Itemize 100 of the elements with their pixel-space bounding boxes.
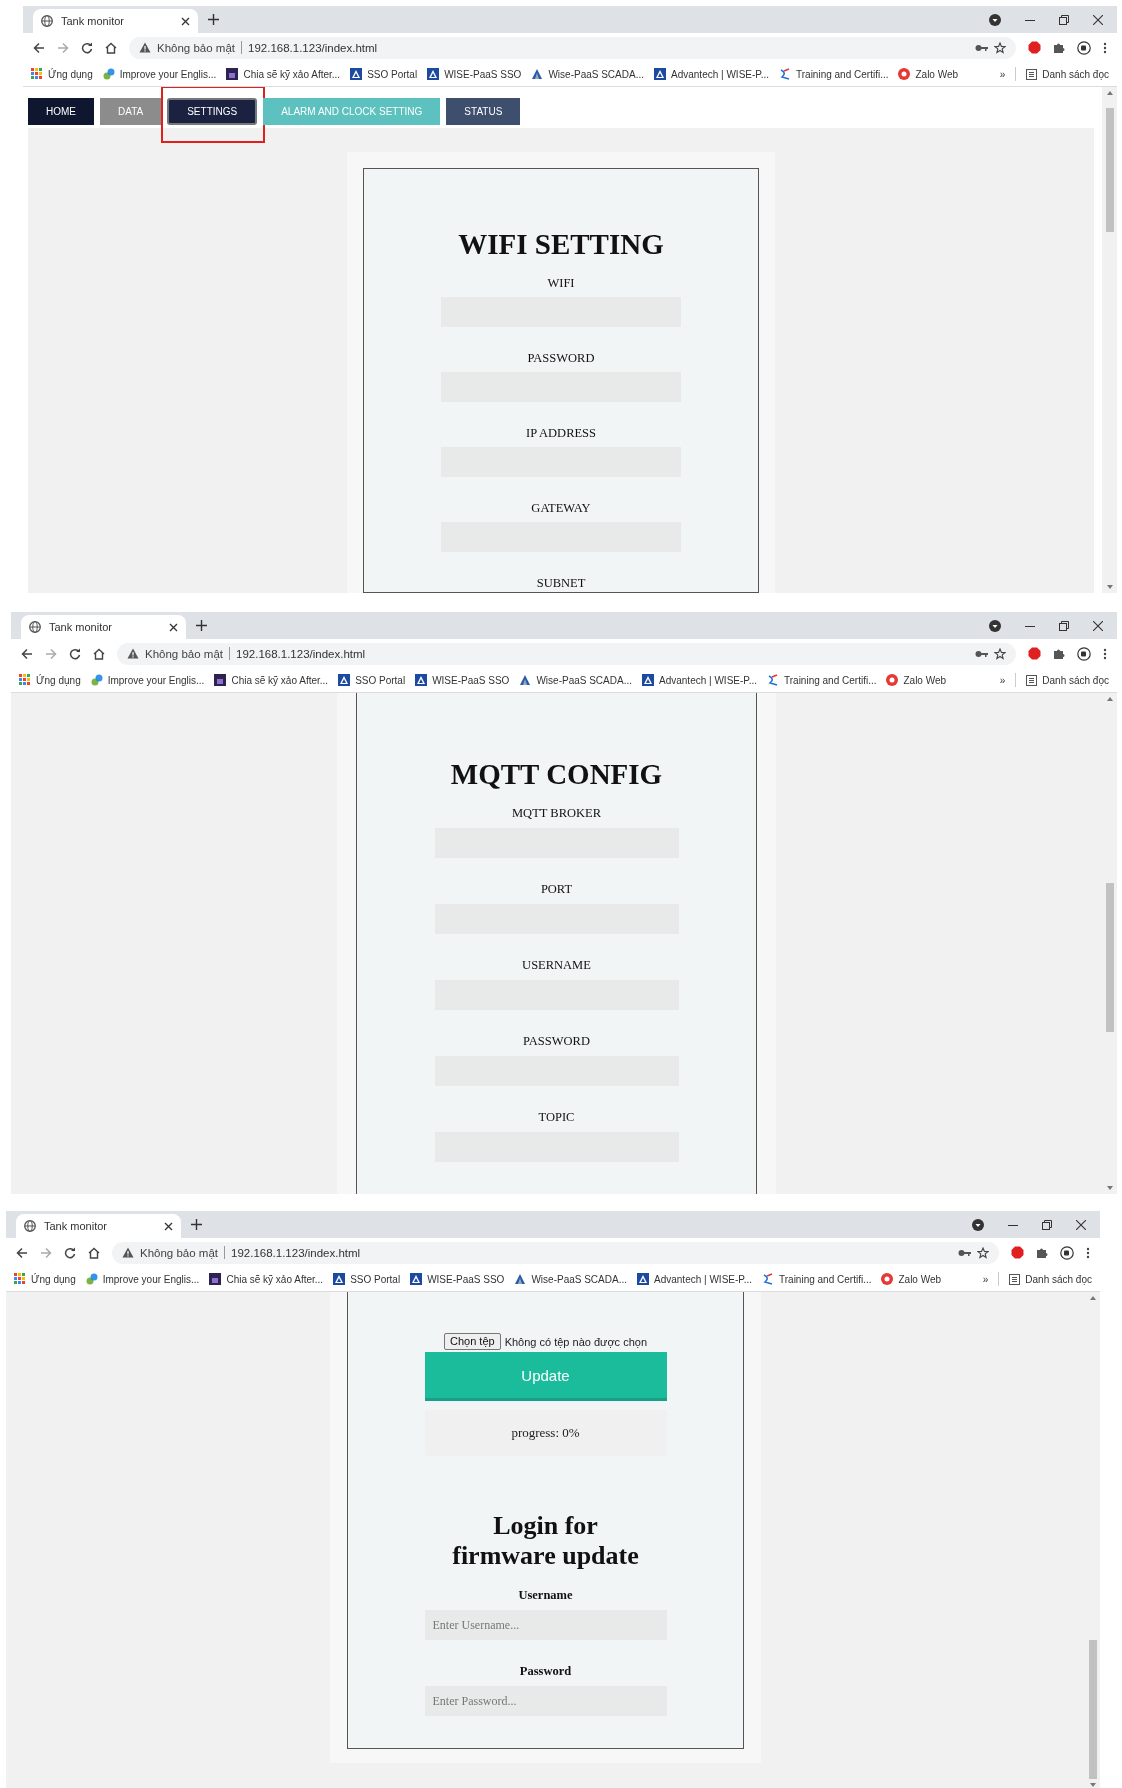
new-tab-plus-icon[interactable] <box>191 1219 202 1230</box>
key-icon[interactable] <box>975 649 988 658</box>
reload-icon[interactable] <box>81 41 93 54</box>
more-menu-icon[interactable] <box>1103 41 1107 54</box>
bookmark-link[interactable]: Wise-PaaS SCADA... <box>548 68 644 80</box>
stop-sign-icon[interactable] <box>1011 1246 1024 1259</box>
restore-icon[interactable] <box>1042 1219 1052 1230</box>
security-label[interactable]: Không bảo mật <box>140 1246 218 1259</box>
close-icon[interactable] <box>164 1221 173 1231</box>
bookmark-link[interactable]: Training and Certifi... <box>796 68 889 80</box>
key-icon[interactable] <box>958 1248 971 1257</box>
nav-tab[interactable]: STATUS <box>446 98 521 125</box>
puzzle-icon[interactable] <box>1053 41 1065 54</box>
more-menu-icon[interactable] <box>1103 647 1107 660</box>
bookmark-link[interactable]: SSO Portal <box>355 674 406 686</box>
url-text[interactable]: 192.168.1.123/index.html <box>231 1246 361 1259</box>
home-icon[interactable] <box>88 1246 100 1259</box>
field-label: USERNAME <box>522 957 591 973</box>
globe-icon <box>41 15 53 27</box>
more-bookmarks-chevron[interactable]: » <box>999 68 1006 80</box>
new-tab-plus-icon[interactable] <box>208 14 219 25</box>
bookmark-link[interactable]: Training and Certifi... <box>779 1273 872 1285</box>
new-tab-plus-icon[interactable] <box>196 620 207 631</box>
back-arrow-icon[interactable] <box>16 1246 28 1259</box>
choose-file-button[interactable]: Chọn tệp <box>443 1333 501 1350</box>
restore-icon[interactable] <box>1059 620 1069 631</box>
bookmark-link[interactable]: WISE-PaaS SSO <box>427 1273 505 1285</box>
close-icon[interactable] <box>1093 620 1103 631</box>
profile-icon[interactable] <box>1077 40 1091 55</box>
scroll-thumb[interactable] <box>1105 108 1114 232</box>
close-icon[interactable] <box>1093 14 1103 25</box>
field-label: MQTT BROKER <box>512 805 601 821</box>
puzzle-icon[interactable] <box>1053 647 1065 660</box>
bookmark-link[interactable]: Advantech | WISE-P... <box>671 68 769 80</box>
bookmark-link[interactable]: Chia sẽ kỹ xảo After... <box>231 674 329 686</box>
bookmark-link[interactable]: Improve your Englis... <box>119 68 217 80</box>
input-field[interactable]: Enter Password... <box>424 1686 667 1716</box>
profile-icon[interactable] <box>1077 646 1091 661</box>
bookmark-link[interactable]: WISE-PaaS SSO <box>444 68 522 80</box>
reading-list-link[interactable]: Danh sách đọc <box>1042 68 1109 80</box>
back-arrow-icon[interactable] <box>33 41 45 54</box>
bookmark-link[interactable]: Wise-PaaS SCADA... <box>531 1273 627 1285</box>
restore-icon[interactable] <box>1059 14 1069 25</box>
bookmark-link[interactable]: Training and Certifi... <box>784 674 877 686</box>
input-field[interactable]: Enter Username... <box>424 1610 667 1640</box>
home-icon[interactable] <box>93 647 105 660</box>
scroll-thumb[interactable] <box>1105 883 1114 1032</box>
close-icon[interactable] <box>169 622 178 632</box>
profile-icon[interactable] <box>1060 1245 1074 1260</box>
nav-tab[interactable]: SETTINGS <box>167 98 258 125</box>
more-bookmarks-chevron[interactable]: » <box>999 674 1006 686</box>
url-text[interactable]: 192.168.1.123/index.html <box>236 647 366 660</box>
bookmark-link[interactable]: SSO Portal <box>367 68 418 80</box>
home-icon[interactable] <box>105 41 117 54</box>
dropdown-circle-icon[interactable] <box>989 619 1001 632</box>
star-icon[interactable] <box>994 647 1006 660</box>
stop-sign-icon[interactable] <box>1028 647 1041 660</box>
bookmark-link[interactable]: Chia sẽ kỹ xảo After... <box>226 1273 324 1285</box>
bookmark-link[interactable]: Zalo Web <box>915 68 959 80</box>
bookmark-link[interactable]: Zalo Web <box>903 674 947 686</box>
close-icon[interactable] <box>1076 1219 1086 1230</box>
bookmark-link[interactable]: Ứng dụng <box>36 674 81 686</box>
security-label[interactable]: Không bảo mật <box>157 41 235 54</box>
star-icon[interactable] <box>994 41 1006 54</box>
square-logo-icon <box>427 68 440 80</box>
puzzle-icon[interactable] <box>1036 1246 1048 1259</box>
bookmark-link[interactable]: Improve your Englis... <box>102 1273 200 1285</box>
back-arrow-icon[interactable] <box>21 647 33 660</box>
dropdown-circle-icon[interactable] <box>972 1218 984 1231</box>
close-icon[interactable] <box>181 16 190 26</box>
globe-icon <box>24 1220 36 1232</box>
reading-list-link[interactable]: Danh sách đọc <box>1025 1273 1092 1285</box>
bookmark-link[interactable]: SSO Portal <box>350 1273 401 1285</box>
reload-icon[interactable] <box>64 1246 76 1259</box>
bookmark-link[interactable]: WISE-PaaS SSO <box>432 674 510 686</box>
bookmark-link[interactable]: Advantech | WISE-P... <box>659 674 757 686</box>
stop-sign-icon[interactable] <box>1028 41 1041 54</box>
bookmark-link[interactable]: Zalo Web <box>898 1273 942 1285</box>
bookmark-link[interactable]: Chia sẽ kỹ xảo After... <box>243 68 341 80</box>
url-text[interactable]: 192.168.1.123/index.html <box>248 41 378 54</box>
field-label: Username <box>518 1587 573 1603</box>
security-label[interactable]: Không bảo mật <box>145 647 223 660</box>
bookmark-link[interactable]: Improve your Englis... <box>107 674 205 686</box>
bookmark-link[interactable]: Advantech | WISE-P... <box>654 1273 752 1285</box>
reload-icon[interactable] <box>69 647 81 660</box>
scroll-thumb[interactable] <box>1088 1640 1097 1779</box>
key-icon[interactable] <box>975 43 988 52</box>
round-logo-icon <box>898 68 911 80</box>
more-menu-icon[interactable] <box>1086 1246 1090 1259</box>
reading-list-link[interactable]: Danh sách đọc <box>1042 674 1109 686</box>
film-icon <box>226 68 239 80</box>
nav-tab[interactable]: HOME <box>28 98 94 125</box>
bookmark-link[interactable]: Wise-PaaS SCADA... <box>536 674 632 686</box>
star-icon[interactable] <box>977 1246 989 1259</box>
bookmark-link[interactable]: Ứng dụng <box>31 1273 76 1285</box>
more-bookmarks-chevron[interactable]: » <box>982 1273 989 1285</box>
bookmark-link[interactable]: Ứng dụng <box>48 68 93 80</box>
wave-icon <box>762 1273 774 1285</box>
dropdown-circle-icon[interactable] <box>989 13 1001 26</box>
square-logo-icon <box>654 68 666 80</box>
